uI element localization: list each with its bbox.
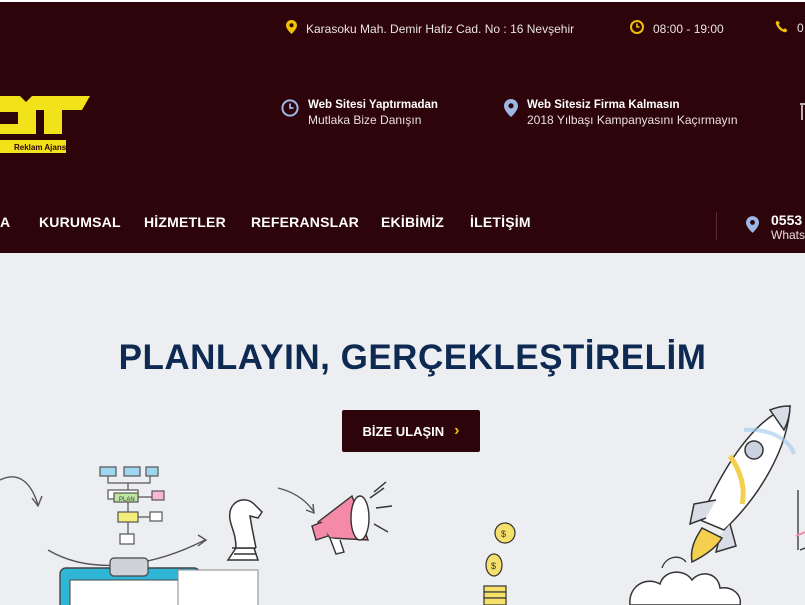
chess-knight-sketch [226,499,263,561]
nav-item-referanslar[interactable]: REFERANSLAR [251,214,359,230]
nav-divider [716,212,717,240]
info-title: Web Sitesi Yaptırmadan [308,99,438,111]
site-header: Karasoku Mah. Demir Hafiz Cad. No : 16 N… [0,2,805,253]
phone-icon [775,20,788,36]
nav-item-kurumsal[interactable]: KURUMSAL [39,214,121,230]
rocket-sketch [688,404,796,564]
nav-item-iletisim[interactable]: İLETİŞİM [470,214,531,230]
info-subtitle: Mutlaka Bize Danışın [308,113,422,127]
hours-text: 08:00 - 19:00 [653,21,724,36]
nav-item-hizmetler[interactable]: HİZMETLER [144,214,226,230]
clipboard-sketch [59,557,259,605]
nav-phone[interactable]: 0553 Whats [746,212,805,242]
hero-illustration: PLAN $ $ [0,404,805,605]
megaphone-sketch [311,481,393,555]
phone-number: 0553 [771,212,803,228]
topbar-address: Karasoku Mah. Demir Hafiz Cad. No : 16 N… [286,20,574,37]
hero-title: PLANLAYIN, GERÇEKLEŞTİRELİM [118,338,707,377]
clock-icon [281,99,299,122]
svg-text:$: $ [501,529,506,539]
address-text: Karasoku Mah. Demir Hafiz Cad. No : 16 N… [306,21,575,36]
svg-text:$: $ [491,561,496,571]
info-subtitle: 2018 Yılbaşı Kampanyasını Kaçırmayın [527,113,738,127]
site-logo[interactable]: Reklam Ajansı [0,90,95,160]
cart-icon-partial[interactable] [798,102,805,127]
info-title: Web Sitesiz Firma Kalmasın [527,99,680,111]
topbar-hours: 08:00 - 19:00 [630,20,724,37]
sketch-plan-label: PLAN [119,497,135,503]
topbar-phone[interactable]: 0 [775,20,804,36]
coins-sketch: $ $ [483,522,516,605]
map-pin-icon [746,216,759,238]
info-block-2: Web Sitesiz Firma Kalmasın 2018 Yılbaşı … [504,98,738,129]
nav-item-ekibimiz[interactable]: EKİBİMİZ [381,214,444,230]
plan-flowchart: PLAN [99,466,165,545]
info-block-1: Web Sitesi Yaptırmadan Mutlaka Bize Danı… [281,98,438,129]
map-pin-icon [286,20,297,37]
whatsapp-label: Whats [771,228,805,242]
clock-icon [630,20,644,37]
logo-tagline: Reklam Ajansı [14,143,68,152]
phone-partial-text: 0 [797,21,804,35]
nav-item-anasayfa[interactable]: A [0,214,10,230]
map-pin-icon [504,99,518,122]
